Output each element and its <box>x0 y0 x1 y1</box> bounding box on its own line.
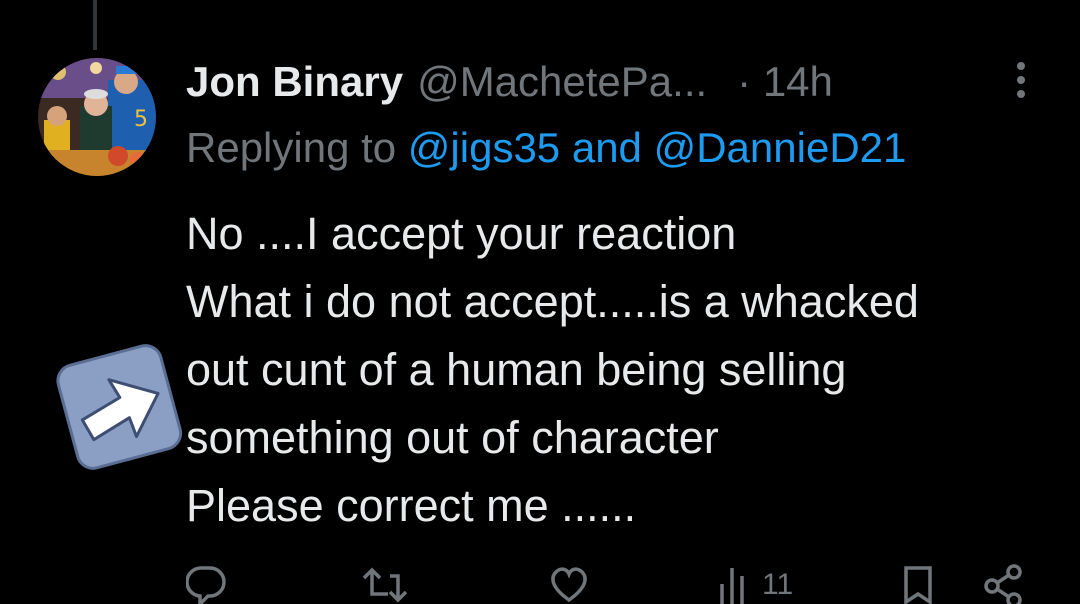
reply-button[interactable] <box>186 564 226 604</box>
action-bar: 11 <box>0 556 1080 604</box>
replying-to-line: Replying to @jigs35 and @DannieD21 <box>186 124 906 172</box>
mention-link-1[interactable]: @jigs35 <box>408 124 560 171</box>
share-icon <box>984 564 1022 604</box>
avatar-photo: 5 <box>38 58 156 176</box>
tweet-text-line: No ....I accept your reaction <box>186 208 737 259</box>
like-icon <box>551 567 587 603</box>
timestamp[interactable]: · 14h <box>737 58 833 106</box>
avatar[interactable]: 5 <box>38 58 156 176</box>
tweet-header: Jon Binary @MachetePa... · 14h <box>186 54 833 110</box>
tweet-body: No ....I accept your reaction What i do … <box>186 200 1066 540</box>
bookmark-button[interactable] <box>900 564 936 604</box>
like-button[interactable] <box>548 564 590 604</box>
share-button[interactable] <box>982 564 1026 604</box>
tweet-text-line: something out of character <box>186 412 719 463</box>
thread-connector-line <box>93 0 97 50</box>
mention-link-2[interactable]: @DannieD21 <box>654 124 907 171</box>
bookmark-icon <box>904 566 932 604</box>
tweet-text-line: Please correct me ...... <box>186 480 637 531</box>
views-button[interactable]: 11 <box>716 564 793 604</box>
retweet-icon <box>362 567 408 603</box>
svg-text:5: 5 <box>134 107 148 132</box>
reply-icon <box>186 566 226 604</box>
tweet-text-line: out cunt of a human being selling <box>186 344 847 395</box>
views-count: 11 <box>762 568 794 601</box>
replying-prefix: Replying to <box>186 124 408 171</box>
tweet-text-line: What i do not accept.....is a whacked <box>186 276 919 327</box>
retweet-button[interactable] <box>360 564 410 604</box>
right-arrow-icon <box>56 344 183 470</box>
display-name[interactable]: Jon Binary <box>186 58 403 106</box>
more-options-icon[interactable] <box>1012 60 1030 100</box>
user-handle[interactable]: @MachetePa... <box>417 58 707 106</box>
views-icon <box>720 568 744 604</box>
mention-and: and <box>560 124 654 171</box>
